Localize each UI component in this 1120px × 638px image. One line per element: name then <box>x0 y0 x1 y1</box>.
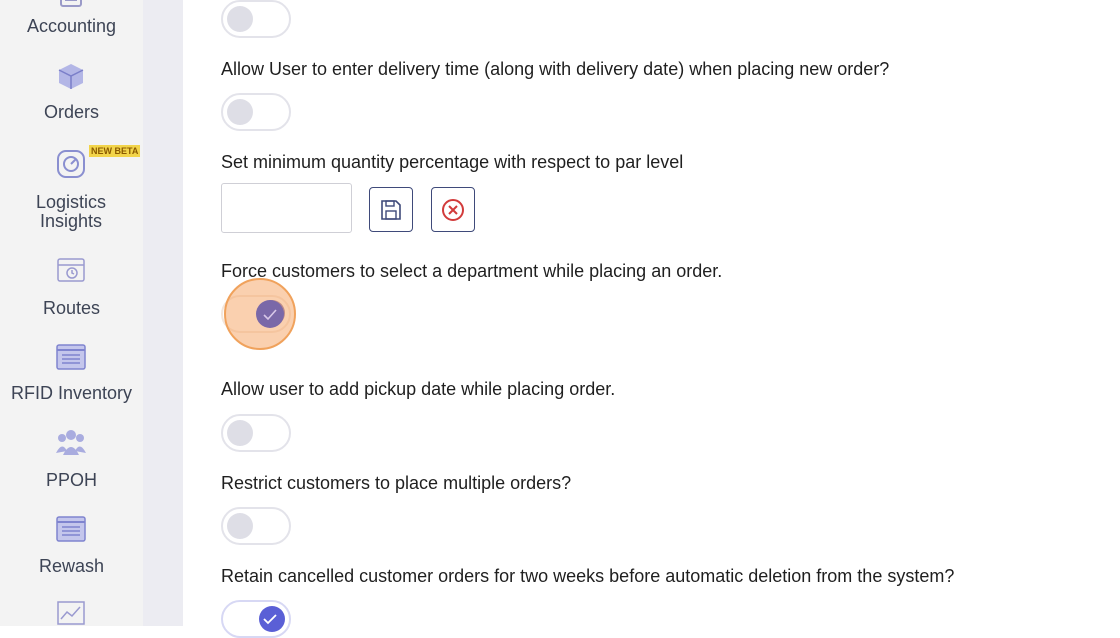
cancel-button[interactable] <box>431 187 475 232</box>
users-icon <box>56 430 86 455</box>
toggle-knob <box>227 513 253 539</box>
new-beta-badge: NEW BETA <box>89 145 141 157</box>
restrict-multiple-toggle[interactable] <box>221 507 291 545</box>
sidebar-item-label: Routes <box>42 298 101 318</box>
pickup-date-toggle[interactable] <box>221 414 291 452</box>
toggle-knob <box>227 6 253 32</box>
sidebar-item-label: RFID Inventory <box>10 383 133 403</box>
toggle-knob <box>227 99 253 125</box>
close-circle-icon <box>442 198 464 221</box>
check-icon <box>256 300 284 328</box>
sidebar: Accounting Orders NEW BETA Logistics Ins… <box>0 0 143 626</box>
pickup-date-question: Allow user to add pickup date while plac… <box>221 379 616 399</box>
box-icon <box>58 64 84 89</box>
sidebar-item-label: Rewash <box>38 556 105 576</box>
delivery-time-toggle[interactable] <box>221 93 291 131</box>
force-department-question: Force customers to select a department w… <box>221 261 723 281</box>
restrict-multiple-question: Restrict customers to place multiple ord… <box>221 473 572 493</box>
save-icon <box>381 199 401 220</box>
retain-cancelled-question: Retain cancelled customer orders for two… <box>221 566 955 586</box>
save-button[interactable] <box>369 187 413 232</box>
delivery-time-question: Allow User to enter delivery time (along… <box>221 59 890 79</box>
sidebar-item-label: Logistics Insights <box>35 192 107 231</box>
previous-setting-toggle[interactable] <box>221 0 291 38</box>
gauge-icon <box>57 150 85 178</box>
list-icon <box>56 344 86 370</box>
content-gutter <box>143 0 183 626</box>
min-qty-input[interactable] <box>221 183 352 233</box>
sidebar-item-label: PPOH <box>45 470 97 490</box>
check-icon <box>263 614 277 625</box>
sidebar-item-label: Orders <box>43 102 99 122</box>
calculator-icon <box>60 0 82 7</box>
min-qty-question: Set minimum quantity percentage with res… <box>221 152 684 172</box>
list-icon <box>56 516 86 542</box>
sidebar-item-label: Accounting <box>26 16 117 36</box>
calendar-clock-icon <box>57 258 85 282</box>
toggle-knob <box>227 420 253 446</box>
